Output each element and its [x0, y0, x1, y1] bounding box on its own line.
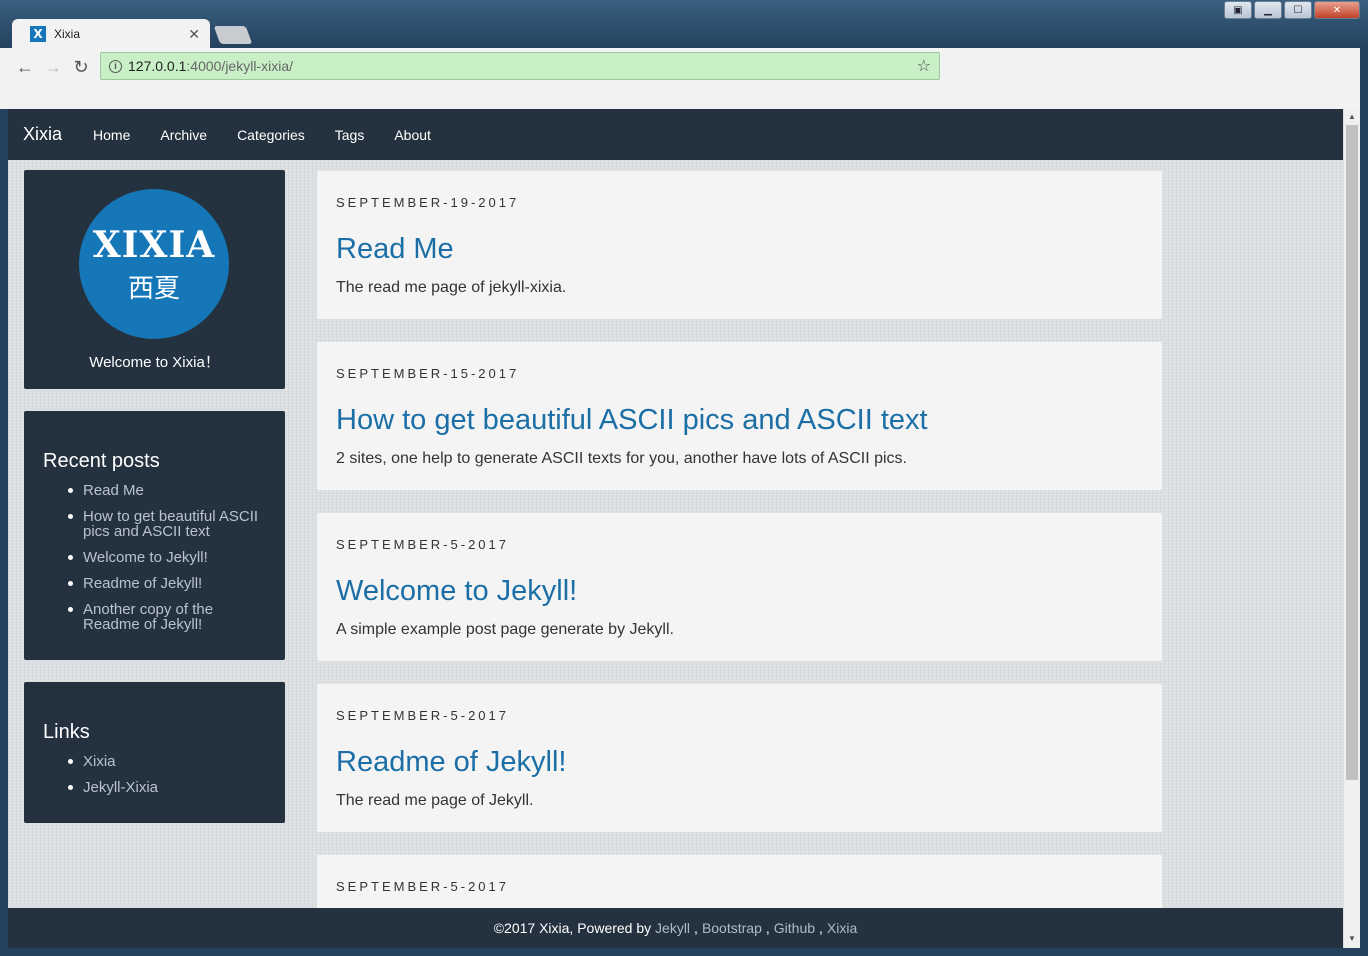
reload-icon[interactable]: ↻ [70, 56, 92, 78]
browser-tab[interactable]: X Xixia ✕ [12, 19, 210, 49]
post-card: SEPTEMBER-19-2017 Read Me The read me pa… [317, 171, 1162, 319]
post-card: SEPTEMBER-5-2017 Welcome to Jekyll! A si… [317, 513, 1162, 661]
logo-text: XIXIA [92, 223, 216, 266]
window-close-icon[interactable]: ✕ [1314, 1, 1360, 19]
post-title-link[interactable]: How to get beautiful ASCII pics and ASCI… [336, 404, 928, 437]
welcome-text: Welcome to Xixia！ [89, 354, 220, 371]
tab-close-icon[interactable]: ✕ [188, 26, 200, 43]
footer-link-bootstrap[interactable]: Bootstrap [702, 920, 762, 936]
post-excerpt: The read me page of jekyll-xixia. [336, 279, 567, 296]
recent-post-link[interactable]: How to get beautiful ASCII pics and ASCI… [68, 509, 273, 539]
site-brand[interactable]: Xixia [23, 124, 62, 145]
window-menu-icon[interactable]: ▣ [1224, 1, 1252, 19]
info-icon[interactable]: i [109, 59, 122, 73]
browser-chrome: X Xixia ✕ ▣ ▁ ☐ ✕ ← → ↻ i 127.0.0.1 :400… [0, 0, 1368, 109]
minimize-icon[interactable]: ▁ [1254, 1, 1282, 19]
browser-toolbar: ← → ↻ i 127.0.0.1 :4000/jekyll-xixia/ ☆ [0, 48, 1368, 109]
post-title-link[interactable]: Welcome to Jekyll! [336, 575, 577, 608]
page-viewport: Xixia Home Archive Categories Tags About… [8, 109, 1343, 948]
post-date: SEPTEMBER-5-2017 [336, 537, 509, 552]
post-excerpt: A simple example post page generate by J… [336, 621, 674, 638]
recent-post-link[interactable]: Readme of Jekyll! [68, 576, 273, 591]
window-border-bottom [0, 948, 1368, 956]
site-navbar: Xixia Home Archive Categories Tags About [8, 109, 1343, 160]
links-title: Links [43, 721, 90, 743]
link-item[interactable]: Xixia [68, 754, 273, 769]
url-host: 127.0.0.1 [128, 58, 187, 74]
nav-archive[interactable]: Archive [145, 127, 222, 143]
recent-posts-list: Read Me How to get beautiful ASCII pics … [68, 483, 273, 643]
scroll-up-icon[interactable]: ▲ [1348, 112, 1356, 121]
scroll-thumb[interactable] [1346, 125, 1358, 780]
window-border-right [1360, 48, 1368, 956]
links-card: Links Xixia Jekyll-Xixia [24, 682, 285, 823]
recent-post-link[interactable]: Read Me [68, 483, 273, 498]
title-bar: X Xixia ✕ ▣ ▁ ☐ ✕ [0, 0, 1368, 49]
links-list: Xixia Jekyll-Xixia [68, 754, 273, 806]
footer-link-xixia[interactable]: Xixia [827, 920, 857, 936]
address-bar[interactable]: i 127.0.0.1 :4000/jekyll-xixia/ ☆ [100, 52, 940, 80]
post-title-link[interactable]: Read Me [336, 233, 454, 266]
post-date: SEPTEMBER-5-2017 [336, 708, 509, 723]
nav-categories[interactable]: Categories [222, 127, 320, 143]
nav-about[interactable]: About [379, 127, 446, 143]
recent-posts-card: Recent posts Read Me How to get beautifu… [24, 411, 285, 660]
forward-arrow-icon[interactable]: → [42, 56, 64, 78]
url-path: :4000/jekyll-xixia/ [186, 58, 293, 74]
bookmark-star-icon[interactable]: ☆ [917, 56, 931, 76]
post-date: SEPTEMBER-19-2017 [336, 195, 520, 210]
window-border-left [0, 109, 8, 948]
footer-link-jekyll[interactable]: Jekyll [655, 920, 690, 936]
scroll-down-icon[interactable]: ▼ [1348, 934, 1356, 943]
back-arrow-icon[interactable]: ← [14, 56, 36, 78]
footer-copyright: ©2017 Xixia, Powered by [493, 920, 652, 936]
link-item[interactable]: Jekyll-Xixia [68, 780, 273, 795]
tab-title: Xixia [54, 27, 81, 41]
post-card: SEPTEMBER-5-2017 Readme of Jekyll! The r… [317, 684, 1162, 832]
window-controls: ▣ ▁ ☐ ✕ [1224, 1, 1360, 19]
xixia-logo: XIXIA 西夏 [79, 189, 229, 339]
site-footer: ©2017 Xixia, Powered by Jekyll, Bootstra… [8, 908, 1343, 948]
xixia-favicon-icon: X [30, 26, 46, 42]
post-date: SEPTEMBER-15-2017 [336, 366, 520, 381]
page-scrollbar[interactable]: ▲ ▼ [1343, 109, 1360, 948]
post-date: SEPTEMBER-5-2017 [336, 879, 509, 894]
new-tab-button[interactable] [213, 26, 253, 44]
recent-post-link[interactable]: Welcome to Jekyll! [68, 550, 273, 565]
profile-card: XIXIA 西夏 Welcome to Xixia！ [24, 170, 285, 389]
post-title-link[interactable]: Readme of Jekyll! [336, 746, 567, 779]
post-excerpt: 2 sites, one help to generate ASCII text… [336, 450, 907, 467]
logo-subtext: 西夏 [127, 273, 180, 304]
post-card: SEPTEMBER-15-2017 How to get beautiful A… [317, 342, 1162, 490]
recent-post-link[interactable]: Another copy of the Readme of Jekyll! [68, 602, 273, 632]
nav-home[interactable]: Home [78, 127, 145, 143]
maximize-icon[interactable]: ☐ [1284, 1, 1312, 19]
footer-link-github[interactable]: Github [774, 920, 815, 936]
nav-tags[interactable]: Tags [320, 127, 380, 143]
recent-posts-title: Recent posts [43, 450, 160, 472]
post-excerpt: The read me page of Jekyll. [336, 792, 534, 809]
